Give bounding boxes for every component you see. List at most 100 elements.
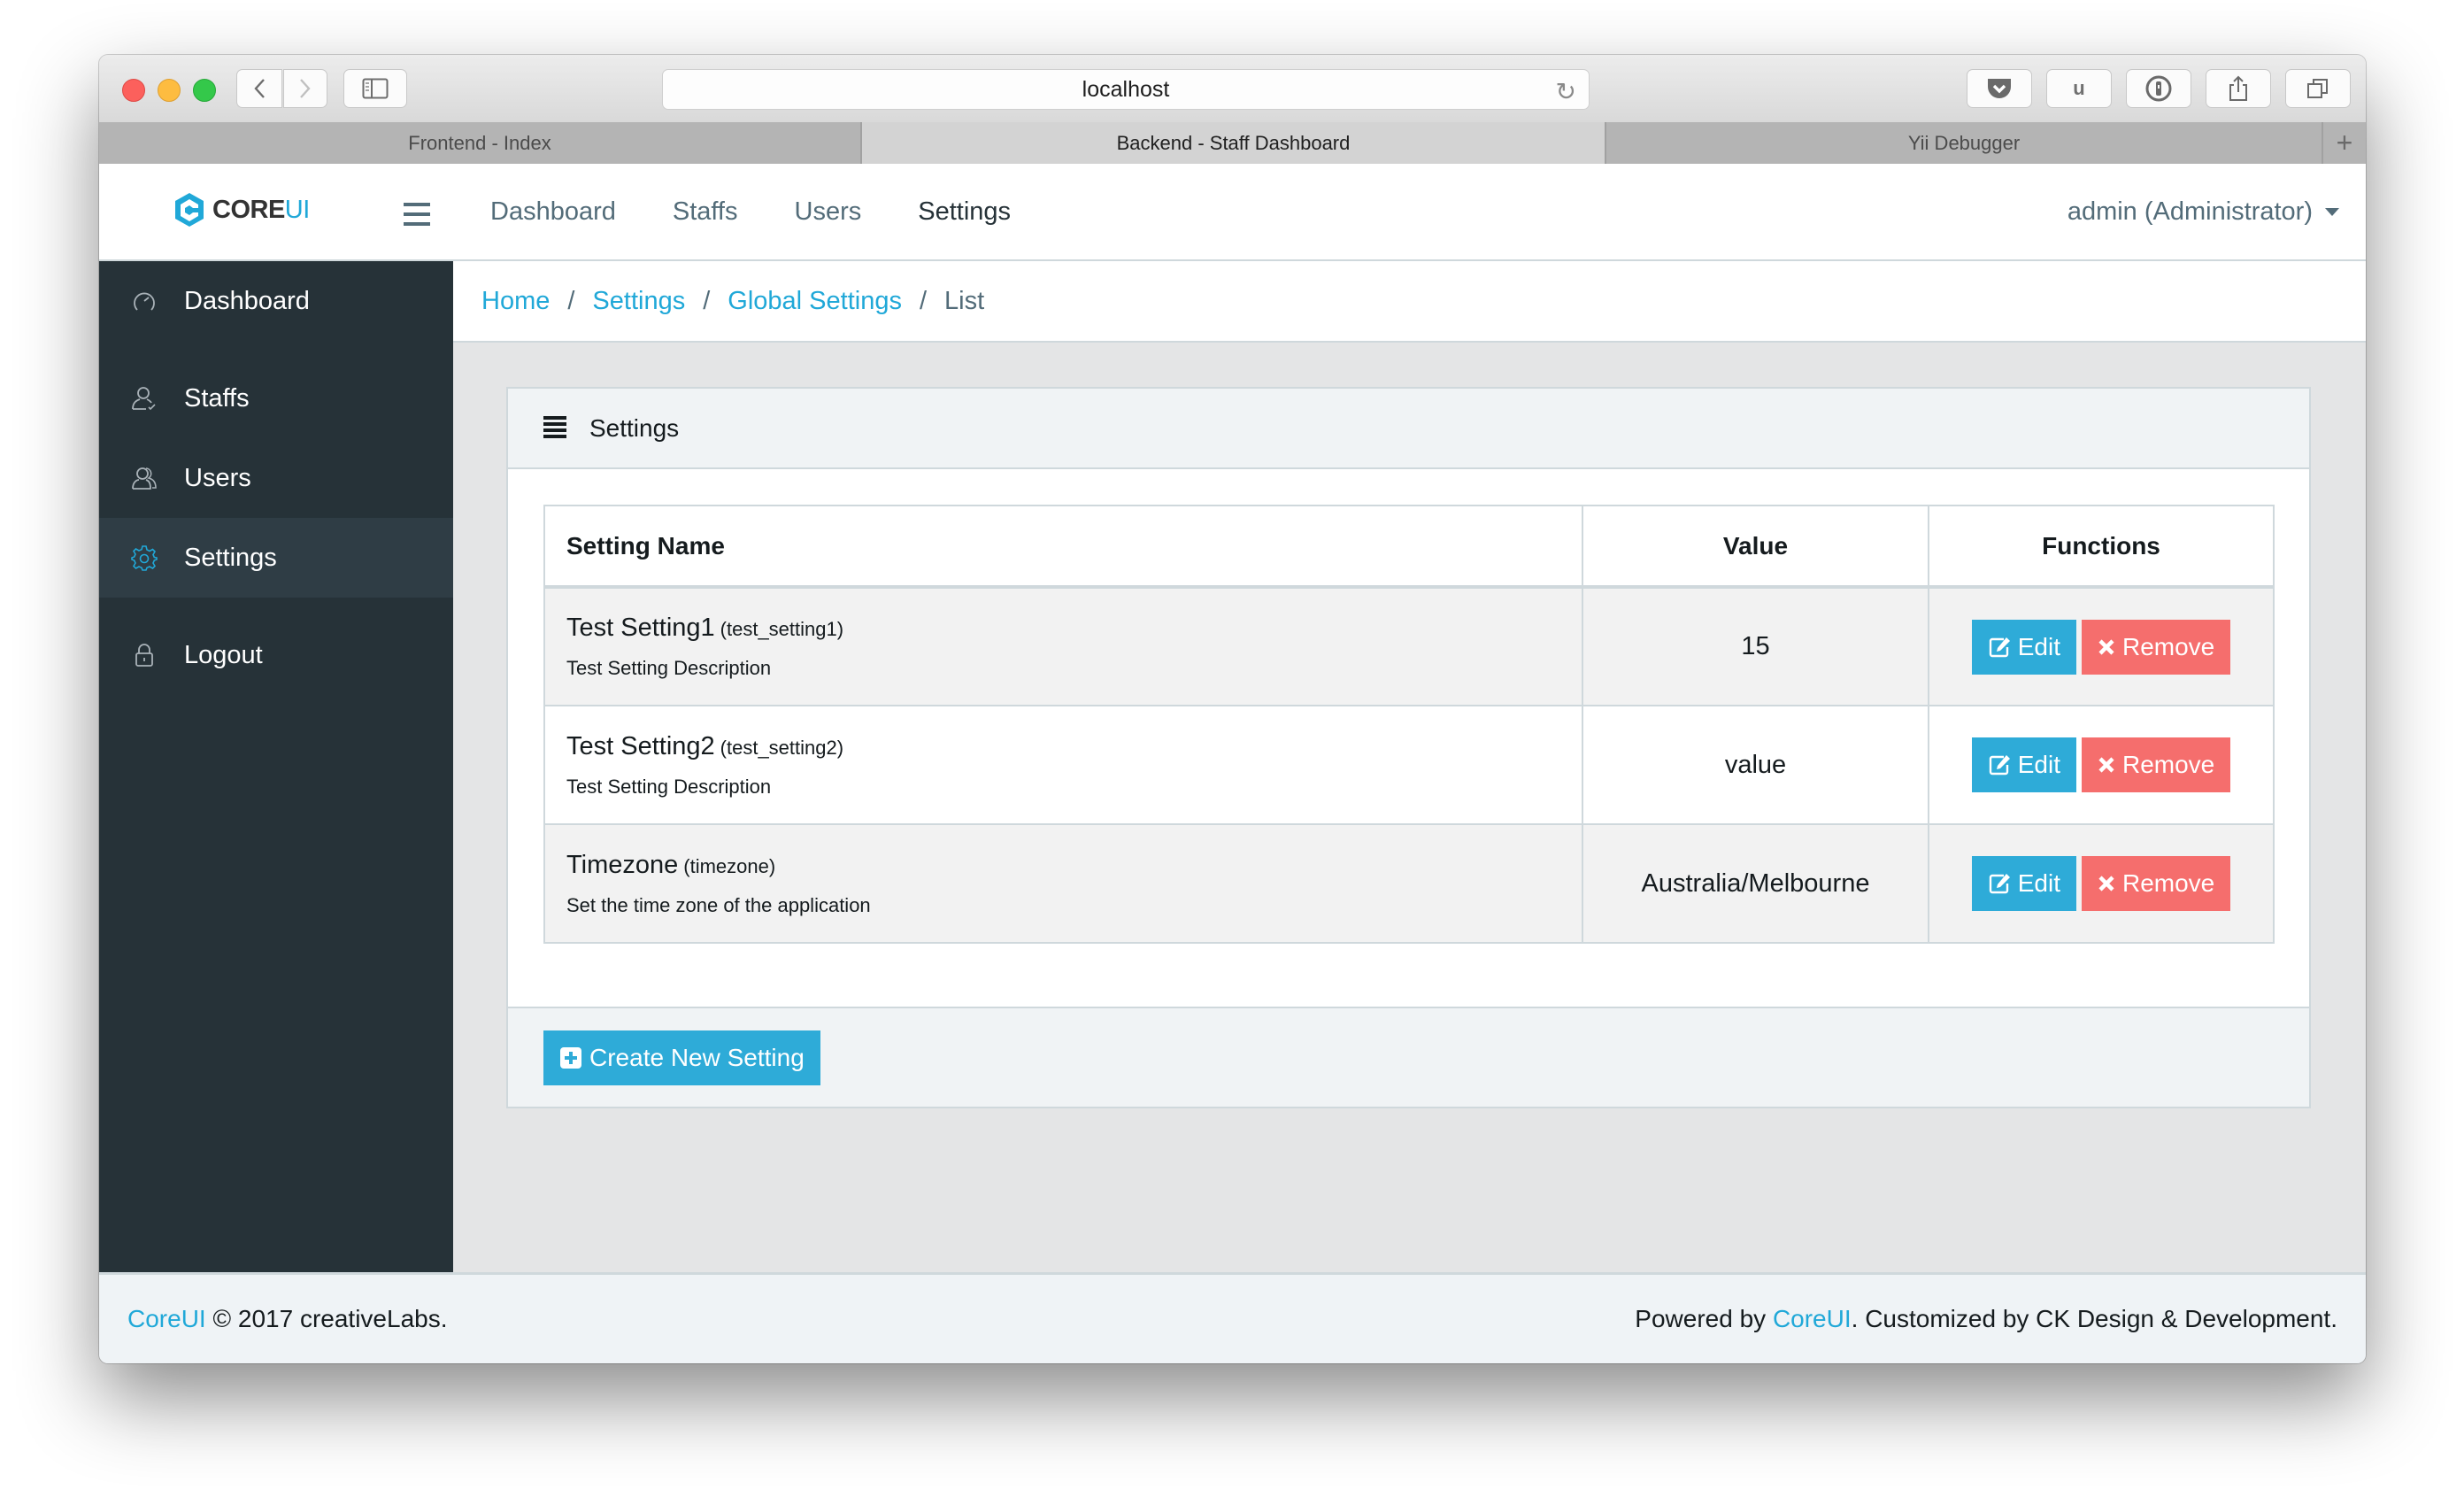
card-title: Settings bbox=[589, 413, 680, 442]
footer-powered-text: Powered by bbox=[1635, 1305, 1773, 1332]
top-nav-settings[interactable]: Settings bbox=[918, 197, 1011, 227]
sidebar-item-users[interactable]: Users bbox=[99, 438, 453, 518]
footer-powered-coreui-link[interactable]: CoreUI bbox=[1773, 1305, 1852, 1332]
new-tab-button[interactable]: + bbox=[2322, 122, 2366, 164]
setting-name-cell: Test Setting1 (test_setting1) Test Settin… bbox=[543, 586, 1583, 706]
footer-credits: Powered by CoreUI. Customized by CK Desi… bbox=[1635, 1305, 2337, 1333]
user-follow-icon bbox=[129, 383, 159, 413]
column-header-value: Value bbox=[1582, 505, 1929, 589]
1password-button[interactable] bbox=[2126, 69, 2191, 108]
sidebar-item-label: Dashboard bbox=[184, 286, 310, 315]
remove-button[interactable]: Remove bbox=[2081, 619, 2231, 675]
column-header-setting-name: Setting Name bbox=[543, 505, 1583, 589]
sidebar-toggle-button[interactable] bbox=[343, 69, 407, 108]
footer-copyright-text: © 2017 creativeLabs. bbox=[205, 1305, 448, 1332]
edit-button[interactable]: Edit bbox=[1971, 737, 2076, 792]
table-row: Timezone (timezone) Set the time zone of … bbox=[543, 823, 2275, 944]
create-new-setting-button[interactable]: Create New Setting bbox=[543, 1030, 820, 1085]
tab-label: Backend - Staff Dashboard bbox=[1116, 131, 1351, 154]
1password-icon bbox=[2145, 75, 2172, 102]
coreui-logo[interactable]: COREUI bbox=[173, 192, 310, 228]
user-menu[interactable]: admin (Administrator) bbox=[2067, 197, 2339, 227]
setting-value: value bbox=[1582, 705, 1929, 825]
tab-label: Frontend - Index bbox=[408, 131, 551, 154]
edit-label: Edit bbox=[2017, 632, 2060, 660]
edit-button[interactable]: Edit bbox=[1971, 619, 2076, 675]
settings-table: Setting Name Value Functions Test Settin… bbox=[543, 505, 2275, 944]
sidebar-item-staffs[interactable]: Staffs bbox=[99, 359, 453, 438]
sidebar-item-label: Settings bbox=[184, 543, 277, 572]
close-icon bbox=[2098, 876, 2114, 891]
sidebar-item-settings[interactable]: Settings bbox=[99, 518, 453, 598]
browser-toolbar: localhost ↻ u bbox=[99, 55, 2366, 124]
app-footer: CoreUI © 2017 creativeLabs. Powered by C… bbox=[99, 1272, 2366, 1363]
edit-label: Edit bbox=[2017, 751, 2060, 778]
breadcrumb-global-settings[interactable]: Global Settings bbox=[728, 287, 902, 316]
maximize-window-button[interactable] bbox=[193, 79, 216, 102]
sidebar-icon bbox=[362, 78, 389, 99]
breadcrumb-home[interactable]: Home bbox=[481, 287, 550, 316]
top-nav-staffs[interactable]: Staffs bbox=[673, 197, 738, 227]
pocket-icon bbox=[1988, 79, 2011, 98]
table-row: Test Setting2 (test_setting2) Test Settin… bbox=[543, 705, 2275, 825]
settings-card: Settings Setting Name Value Functions Te… bbox=[506, 387, 2311, 1108]
sidebar-item-label: Staffs bbox=[184, 383, 250, 413]
top-nav-users[interactable]: Users bbox=[795, 197, 862, 227]
table-header-row: Setting Name Value Functions bbox=[543, 505, 2275, 589]
functions-cell: Edit Remove bbox=[1928, 586, 2275, 706]
footer-coreui-link[interactable]: CoreUI bbox=[127, 1305, 206, 1332]
card-footer: Create New Setting bbox=[508, 1007, 2309, 1107]
coreui-logo-icon bbox=[175, 193, 204, 227]
browser-tab[interactable]: Frontend - Index bbox=[99, 122, 862, 164]
setting-name-cell: Timezone (timezone) Set the time zone of … bbox=[543, 823, 1583, 944]
top-nav-dashboard[interactable]: Dashboard bbox=[490, 197, 616, 227]
share-icon bbox=[2229, 75, 2247, 101]
setting-key: (test_setting2) bbox=[720, 736, 844, 759]
setting-title: Test Setting1 bbox=[566, 614, 715, 642]
close-icon bbox=[2098, 757, 2114, 773]
browser-tab[interactable]: Yii Debugger bbox=[1606, 122, 2322, 164]
functions-cell: Edit Remove bbox=[1928, 705, 2275, 825]
remove-button[interactable]: Remove bbox=[2081, 856, 2231, 911]
tabs-overview-button[interactable] bbox=[2285, 69, 2351, 108]
remove-button[interactable]: Remove bbox=[2081, 737, 2231, 792]
setting-title: Timezone bbox=[566, 850, 679, 879]
forward-button[interactable] bbox=[283, 69, 327, 108]
main-content: Settings Setting Name Value Functions Te… bbox=[453, 343, 2366, 1272]
column-header-functions: Functions bbox=[1928, 505, 2275, 589]
sidebar-item-dashboard[interactable]: Dashboard bbox=[99, 261, 453, 341]
pocket-button[interactable] bbox=[1967, 69, 2032, 108]
share-button[interactable] bbox=[2206, 69, 2271, 108]
breadcrumb-separator: / bbox=[567, 286, 575, 315]
sidebar-item-label: Users bbox=[184, 463, 251, 492]
address-bar[interactable]: localhost ↻ bbox=[662, 69, 1590, 110]
functions-cell: Edit Remove bbox=[1928, 823, 2275, 944]
chevron-left-icon bbox=[254, 79, 265, 98]
gear-icon bbox=[129, 543, 159, 573]
back-button[interactable] bbox=[236, 69, 282, 108]
remove-label: Remove bbox=[2121, 869, 2215, 897]
reload-icon[interactable]: ↻ bbox=[1556, 77, 1576, 106]
setting-title: Test Setting2 bbox=[566, 731, 715, 760]
edit-icon bbox=[1989, 874, 2010, 894]
table-row: Test Setting1 (test_setting1) Test Settin… bbox=[543, 586, 2275, 706]
browser-tab-active[interactable]: Backend - Staff Dashboard bbox=[862, 122, 1606, 164]
plus-icon: + bbox=[2336, 127, 2353, 158]
close-window-button[interactable] bbox=[122, 79, 145, 102]
sidebar-toggler[interactable] bbox=[404, 203, 430, 232]
ublock-button[interactable]: u bbox=[2046, 69, 2112, 108]
plus-square-icon bbox=[560, 1047, 581, 1069]
tab-label: Yii Debugger bbox=[1907, 131, 2021, 154]
breadcrumb-settings[interactable]: Settings bbox=[592, 287, 685, 316]
setting-value: Australia/Melbourne bbox=[1582, 823, 1929, 944]
user-name: admin (Administrator) bbox=[2067, 197, 2313, 226]
edit-icon bbox=[1989, 637, 2010, 657]
sidebar-item-logout[interactable]: Logout bbox=[99, 615, 453, 695]
footer-customized-text: . Customized by CK Design & Development. bbox=[1851, 1305, 2337, 1332]
top-nav: Dashboard Staffs Users Settings bbox=[490, 164, 1067, 259]
browser-tab-bar: Frontend - Index Backend - Staff Dashboa… bbox=[99, 122, 2366, 166]
minimize-window-button[interactable] bbox=[158, 79, 181, 102]
address-text: localhost bbox=[1082, 76, 1170, 102]
hamburger-icon bbox=[404, 203, 430, 206]
edit-button[interactable]: Edit bbox=[1971, 856, 2076, 911]
